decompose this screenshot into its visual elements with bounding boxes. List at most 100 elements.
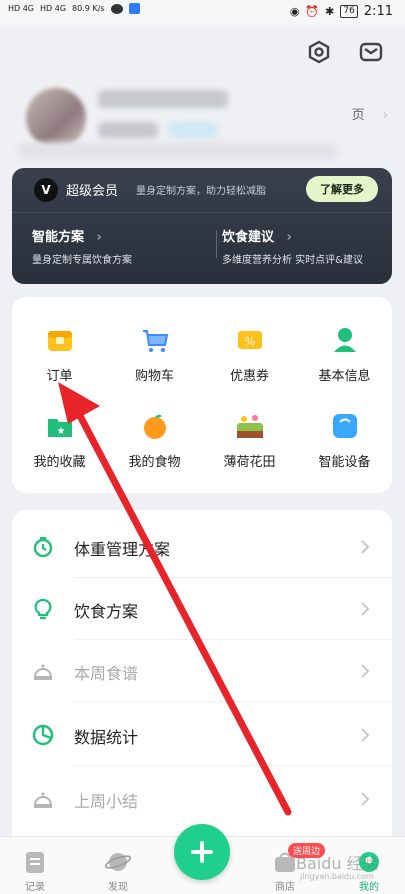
dish-cover-icon: [33, 792, 53, 808]
list-label-weekly-summary: 上周小结: [74, 792, 139, 811]
avatar[interactable]: [26, 88, 86, 148]
grid-item-cart[interactable]: 购物车: [107, 325, 202, 384]
shopping-cart-icon: [142, 330, 168, 352]
baidu-watermark: Baidu 经验: [296, 854, 379, 873]
grid-item-profile-info[interactable]: 基本信息: [297, 325, 392, 384]
homepage-label: 页: [351, 108, 365, 123]
grid-item-smart-device[interactable]: 智能设备: [297, 411, 392, 470]
wechat-icon: [110, 3, 123, 14]
vip-column-separator: [216, 230, 217, 258]
pie-chart-icon: [32, 724, 54, 746]
svg-text:%: %: [244, 335, 254, 348]
nav-discover[interactable]: 发现: [88, 849, 148, 893]
settings-list: 体重管理方案 饮食方案 本周食谱 数据统计 上周小结: [12, 510, 392, 840]
vip-title: 超级会员: [66, 184, 119, 199]
orange-food-icon: [143, 414, 166, 439]
list-item-weight-plan[interactable]: 体重管理方案: [12, 516, 392, 578]
grid-item-coupon[interactable]: % 优惠券: [202, 325, 297, 384]
chevron-right-icon: [361, 728, 370, 742]
list-divider: [74, 701, 392, 702]
top-actions: [307, 40, 383, 64]
baidu-watermark-url: jingyan.baidu.com: [300, 872, 374, 881]
grid-label-favorites: 我的收藏: [33, 455, 86, 470]
alarm-icon: ⏰: [305, 5, 320, 18]
nav-record[interactable]: 记录: [5, 849, 65, 893]
list-label-statistics: 数据统计: [74, 728, 139, 747]
chevron-right-icon: ›: [382, 108, 388, 123]
list-label-weight-plan: 体重管理方案: [74, 540, 171, 559]
grid-label-smart-device: 智能设备: [318, 455, 371, 470]
nav-label-discover: 发现: [108, 882, 128, 893]
chevron-right-icon: [361, 540, 370, 554]
feature-grid: 订单 购物车 % 优惠券 基本信息 ★ 我的收藏 我的食物 薄荷花田 智能设备: [12, 297, 392, 493]
grid-label-profile-info: 基本信息: [318, 369, 371, 384]
smart-plan-entry[interactable]: 智能方案 › 量身定制专属饮食方案: [32, 226, 132, 266]
homepage-link[interactable]: 页 ›: [352, 104, 388, 123]
coupon-icon: %: [237, 331, 262, 349]
svg-text:★: ★: [56, 426, 65, 437]
diet-advice-entry[interactable]: 饮食建议 › 多维度营养分析 实时点评&建议: [222, 226, 363, 266]
vip-divider: [12, 212, 392, 213]
flower-field-icon: [236, 415, 263, 438]
chevron-right-icon: [361, 664, 370, 678]
favorites-folder-icon: ★: [47, 419, 72, 437]
grid-label-cart: 购物车: [134, 369, 174, 384]
network-speed: 80.9 K/s: [72, 4, 105, 13]
order-box-icon: [47, 331, 72, 351]
grid-label-mint-garden: 薄荷花田: [223, 455, 276, 470]
grid-label-order: 订单: [46, 369, 73, 384]
list-item-weekly-summary[interactable]: 上周小结: [12, 768, 392, 830]
grid-item-mint-garden[interactable]: 薄荷花田: [202, 411, 297, 470]
record-icon: [26, 852, 44, 873]
list-item-diet-plan[interactable]: 饮食方案: [12, 578, 392, 640]
diet-advice-title-text: 饮食建议: [222, 230, 275, 245]
profile-header[interactable]: 页 ›: [18, 82, 388, 160]
chevron-right-icon: ›: [96, 230, 102, 245]
nav-label-record: 记录: [25, 882, 45, 893]
status-bar: HD 4G HD 4G 80.9 K/s ◉ ⏰ ✱ 76 2:11: [0, 0, 405, 26]
smart-scale-icon: [332, 414, 357, 438]
smart-plan-desc: 量身定制专属饮食方案: [32, 255, 132, 266]
list-label-weekly-recipes: 本周食谱: [74, 664, 139, 683]
grid-item-order[interactable]: 订单: [12, 325, 107, 384]
list-label-diet-plan: 饮食方案: [74, 602, 139, 621]
username-blurred: [98, 90, 228, 108]
diet-advice-desc: 多维度营养分析 实时点评&建议: [222, 255, 363, 266]
dish-cover-icon: [33, 664, 53, 680]
grid-item-my-food[interactable]: 我的食物: [107, 411, 202, 470]
grid-label-my-food: 我的食物: [128, 455, 181, 470]
settings-icon[interactable]: [307, 40, 331, 64]
signal-1: HD 4G: [8, 4, 35, 13]
list-divider: [74, 765, 392, 766]
chevron-right-icon: [361, 792, 370, 806]
add-record-button[interactable]: [174, 824, 230, 880]
list-item-weekly-recipes[interactable]: 本周食谱: [12, 640, 392, 702]
grid-item-favorites[interactable]: ★ 我的收藏: [12, 411, 107, 470]
planet-icon: [105, 853, 131, 871]
smart-plan-title-text: 智能方案: [32, 230, 85, 245]
timer-icon: [33, 537, 53, 558]
message-icon[interactable]: [359, 40, 383, 64]
list-item-statistics[interactable]: 数据统计: [12, 704, 392, 766]
status-left: HD 4G HD 4G 80.9 K/s: [8, 3, 140, 14]
vip-card[interactable]: V 超级会员 量身定制方案，助力轻松减脂 了解更多 智能方案 › 量身定制专属饮…: [12, 168, 392, 284]
lightbulb-icon: [34, 598, 52, 620]
user-tag-blurred: [98, 122, 158, 138]
bluetooth-icon: ✱: [325, 5, 335, 18]
battery-level: 76: [340, 5, 358, 18]
grid-label-coupon: 优惠券: [229, 369, 269, 384]
chevron-right-icon: ›: [286, 230, 292, 245]
vip-subtitle: 量身定制方案，助力轻松减脂: [136, 186, 266, 197]
smart-plan-title: 智能方案 ›: [32, 226, 132, 245]
clock: 2:11: [363, 4, 393, 19]
vip-logo-icon: V: [34, 178, 58, 202]
user-icon: [333, 328, 356, 352]
signal-2: HD 4G: [40, 4, 67, 13]
eye-icon: ◉: [289, 5, 300, 18]
app-notification-icon: [128, 3, 140, 14]
plus-icon: [191, 841, 213, 863]
profile-blur-lower: [18, 142, 338, 160]
status-right: ◉ ⏰ ✱ 76 2:11: [290, 4, 393, 19]
diet-advice-title: 饮食建议 ›: [222, 226, 363, 245]
learn-more-button[interactable]: 了解更多: [306, 176, 378, 202]
